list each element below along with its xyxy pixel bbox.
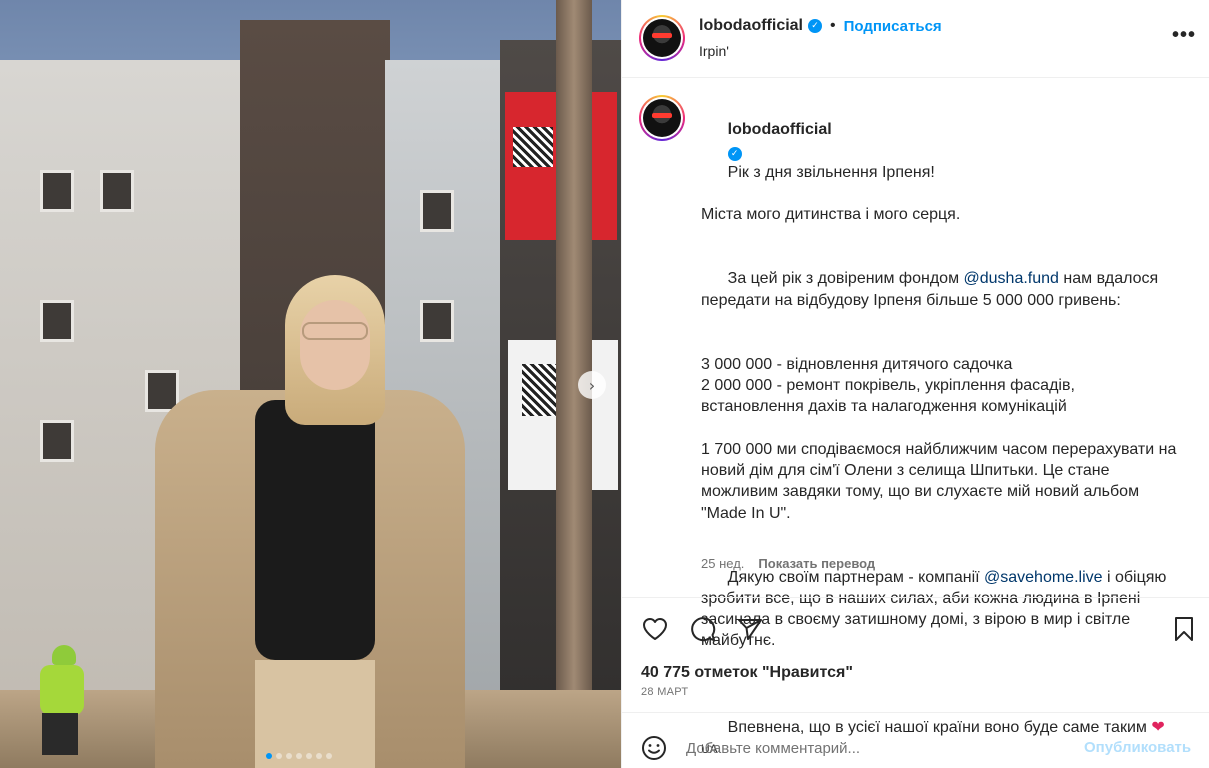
caption-line: Міста мого дитинства і мого серця.	[701, 206, 961, 224]
carousel-dot	[286, 753, 292, 759]
location-link[interactable]: Irpin'	[699, 43, 729, 59]
verified-icon: ✓	[727, 147, 742, 162]
mention-link-dusha-fund[interactable]: @dusha.fund	[964, 270, 1059, 287]
caption-avatar[interactable]	[639, 95, 685, 141]
comment-button[interactable]	[688, 614, 718, 644]
emoji-icon	[642, 736, 666, 760]
carousel-dot	[316, 753, 322, 759]
window	[420, 190, 454, 232]
share-button[interactable]	[735, 614, 765, 644]
carousel-dot	[326, 753, 332, 759]
verified-icon: ✓	[808, 19, 822, 33]
like-button[interactable]	[640, 614, 670, 644]
caption-first-line: Рік з дня звільнення Ірпеня!	[727, 163, 935, 181]
avatar-image	[643, 19, 681, 57]
follow-button[interactable]: Подписаться	[844, 18, 942, 35]
mention-link-savehome[interactable]: @savehome.live	[984, 569, 1103, 586]
share-icon	[738, 619, 762, 640]
carousel-next-button[interactable]: ›	[578, 371, 606, 399]
username-link[interactable]: lobodaofficial	[699, 17, 803, 35]
post-panel: lobodaofficial ✓ • Подписаться Irpin' ••…	[621, 0, 1209, 768]
save-button[interactable]	[1169, 614, 1199, 644]
window	[40, 170, 74, 212]
carousel-dots	[266, 753, 332, 759]
caption-paragraph: 1 700 000 ми сподіваємося найближчим час…	[701, 440, 1181, 522]
child-figure	[30, 645, 90, 755]
bookmark-icon	[1175, 617, 1193, 641]
carousel-dot	[276, 753, 282, 759]
carousel-dot	[266, 753, 272, 759]
window	[40, 420, 74, 462]
caption-username[interactable]: lobodaofficial	[728, 121, 832, 138]
window	[40, 300, 74, 342]
chevron-right-icon: ›	[588, 375, 596, 395]
emoji-button[interactable]	[641, 735, 667, 761]
more-icon[interactable]: •••	[1172, 24, 1196, 47]
separator-bullet: •	[830, 17, 836, 34]
qr-code	[513, 127, 553, 167]
carousel-dot	[296, 753, 302, 759]
comment-bar: Опубликовать	[622, 712, 1209, 768]
comment-icon	[691, 617, 716, 642]
heart-icon	[643, 618, 667, 640]
avatar[interactable]	[639, 15, 685, 61]
action-bar	[622, 597, 1209, 657]
caption-line: 2 000 000 - ремонт покрівель, укріплення…	[701, 376, 1080, 416]
avatar-image	[643, 99, 681, 137]
qr-code	[522, 364, 558, 416]
post-date: 28 МАРТ	[641, 686, 689, 698]
translate-button[interactable]: Показать перевод	[758, 556, 875, 571]
carousel-dot	[306, 753, 312, 759]
post-photo[interactable]: ›	[0, 0, 621, 768]
comment-input[interactable]	[686, 737, 1066, 759]
caption-text: Дякую своїм партнерам - компанії	[727, 568, 985, 586]
publish-button[interactable]: Опубликовать	[1084, 739, 1191, 756]
caption-text: За цей рік з довіреним фондом	[727, 270, 964, 288]
post-header: lobodaofficial ✓ • Подписаться Irpin' ••…	[622, 0, 1209, 78]
post-age[interactable]: 25 нед.	[701, 556, 744, 571]
likes-count[interactable]: 40 775 отметок "Нравится"	[641, 664, 853, 682]
window	[100, 170, 134, 212]
caption-meta: 25 нед. Показать перевод	[701, 556, 875, 571]
caption-line: 3 000 000 - відновлення дитячого садочка	[701, 355, 1013, 373]
woman-figure	[155, 270, 465, 768]
